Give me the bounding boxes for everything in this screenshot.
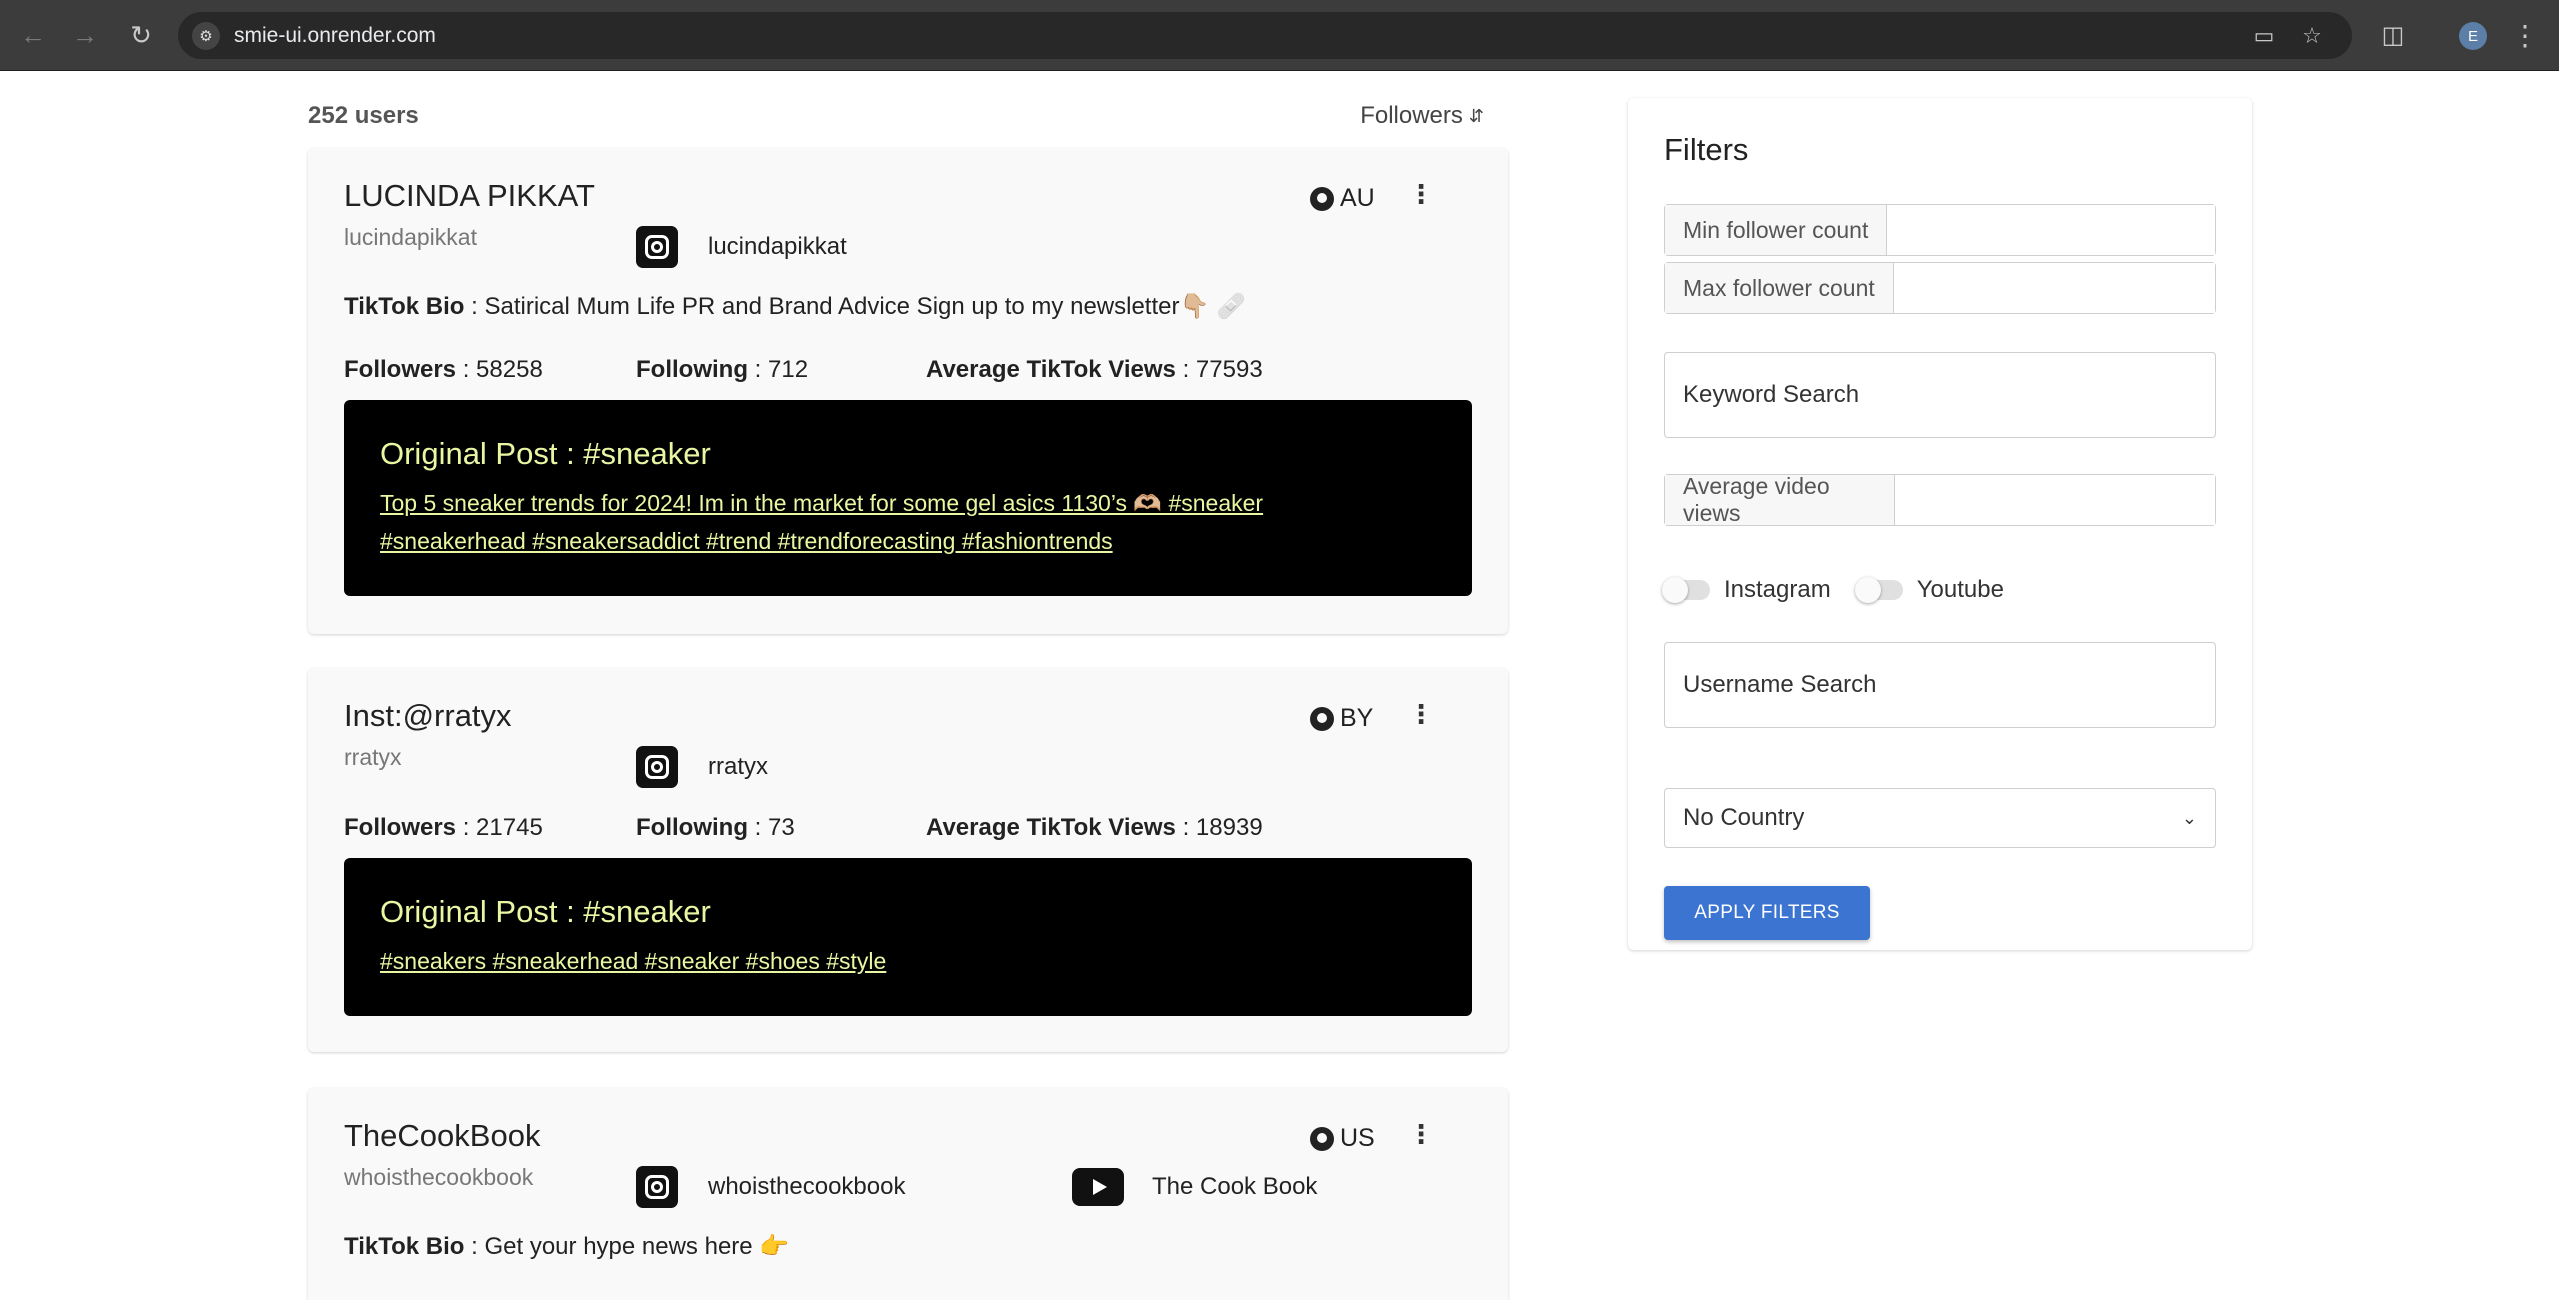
bio-text: Get your hype news here 👉 xyxy=(484,1233,790,1260)
max-follower-label: Max follower count xyxy=(1665,263,1894,313)
min-follower-group: Min follower count xyxy=(1664,204,2216,256)
card-menu-icon[interactable]: ⋮ xyxy=(1408,181,1434,207)
instagram-username[interactable]: lucindapikkat xyxy=(708,233,847,261)
post-title: Original Post : #sneaker xyxy=(380,894,711,929)
keyword-search-input[interactable] xyxy=(1664,352,2216,438)
globe-icon xyxy=(1310,186,1334,211)
avg-views-group: Average video views xyxy=(1664,473,2216,526)
instagram-username[interactable]: whoisthecookbook xyxy=(708,1173,905,1201)
avg-views-input[interactable] xyxy=(1895,475,2215,525)
user-card: TheCookBook whoisthecookbook US ⋮ whoist… xyxy=(308,1088,1508,1300)
youtube-icon[interactable] xyxy=(1072,1168,1124,1206)
sort-label[interactable]: Followers xyxy=(1360,102,1463,130)
post-link[interactable]: #sneakers #sneakerhead #sneaker #shoes #… xyxy=(380,942,1380,980)
user-card: LUCINDA PIKKAT lucindapikkat AU ⋮ lucind… xyxy=(308,148,1508,634)
instagram-icon[interactable] xyxy=(636,746,678,788)
forward-icon[interactable]: → xyxy=(68,18,102,52)
tiktok-bio: TikTok Bio : Get your hype news here 👉 xyxy=(344,1233,790,1260)
youtube-toggle-label[interactable]: Youtube xyxy=(1917,576,2004,604)
tiktok-bio: TikTok Bio : Satirical Mum Life PR and B… xyxy=(344,293,1246,320)
instagram-toggle-label[interactable]: Instagram xyxy=(1724,576,1831,604)
min-follower-label: Min follower count xyxy=(1665,205,1888,255)
user-name: TheCookBook xyxy=(344,1118,541,1153)
profile-avatar[interactable]: E xyxy=(2459,22,2487,50)
instagram-username[interactable]: rratyx xyxy=(708,753,768,781)
user-handle: rratyx xyxy=(344,744,402,770)
instagram-icon[interactable] xyxy=(636,226,678,268)
browser-toolbar: ← → ↻ ⚙ smie-ui.onrender.com ▭ ☆ ◫ E ⋮ xyxy=(0,0,2559,71)
extensions-icon[interactable]: ◫ xyxy=(2376,18,2410,52)
instagram-link[interactable]: rratyx xyxy=(636,746,768,788)
country-code: AU xyxy=(1340,184,1375,212)
user-handle: whoisthecookbook xyxy=(344,1164,534,1190)
chevron-down-icon[interactable]: ⌄ xyxy=(2182,808,2197,829)
browser-menu-icon[interactable]: ⋮ xyxy=(2510,18,2540,52)
filters-title: Filters xyxy=(1664,132,1749,167)
globe-icon xyxy=(1310,1126,1334,1151)
post-link[interactable]: Top 5 sneaker trends for 2024! Im in the… xyxy=(380,484,1380,560)
youtube-toggle[interactable] xyxy=(1854,577,1903,603)
post-title: Original Post : #sneaker xyxy=(380,436,711,471)
bio-text: Satirical Mum Life PR and Brand Advice S… xyxy=(484,293,1246,320)
instagram-link[interactable]: whoisthecookbook xyxy=(636,1166,905,1208)
instagram-icon[interactable] xyxy=(636,1166,678,1208)
country-select-value[interactable]: No Country xyxy=(1683,804,1804,832)
address-bar[interactable]: ⚙ smie-ui.onrender.com ▭ ☆ xyxy=(178,12,2352,59)
user-count: 252 users xyxy=(308,102,419,129)
min-follower-input[interactable] xyxy=(1887,205,2215,255)
country-code: BY xyxy=(1340,704,1374,732)
country-select[interactable]: No Country ⌄ xyxy=(1664,788,2216,848)
site-info-icon[interactable]: ⚙ xyxy=(192,22,220,50)
followers-stat: Followers : 58258 xyxy=(344,356,543,383)
user-name: Inst:@rratyx xyxy=(344,698,512,733)
country-indicator: US xyxy=(1310,1124,1375,1153)
youtube-link[interactable]: The Cook Book xyxy=(1072,1168,1317,1206)
install-app-icon[interactable]: ▭ xyxy=(2250,22,2278,50)
apply-filters-button[interactable]: APPLY FILTERS xyxy=(1664,886,1870,940)
youtube-channel[interactable]: The Cook Book xyxy=(1152,1173,1317,1201)
bio-label: TikTok Bio xyxy=(344,293,465,320)
instagram-toggle[interactable] xyxy=(1662,577,1710,603)
card-menu-icon[interactable]: ⋮ xyxy=(1408,701,1434,727)
user-card: Inst:@rratyx rratyx BY ⋮ rratyx Follower… xyxy=(308,668,1508,1052)
country-indicator: BY xyxy=(1310,704,1373,733)
max-follower-group: Max follower count xyxy=(1664,262,2216,314)
user-name: LUCINDA PIKKAT xyxy=(344,178,595,213)
country-code: US xyxy=(1340,1124,1375,1152)
avg-views-stat: Average TikTok Views : 77593 xyxy=(926,356,1263,383)
sort-icon[interactable]: ⇵ xyxy=(1469,107,1484,125)
card-menu-icon[interactable]: ⋮ xyxy=(1408,1121,1434,1147)
sort-control[interactable]: Followers ⇵ xyxy=(1360,102,1484,130)
user-handle: lucindapikkat xyxy=(344,224,477,250)
avg-views-label: Average video views xyxy=(1665,473,1895,526)
username-search-input[interactable] xyxy=(1664,642,2216,728)
globe-icon xyxy=(1310,706,1334,731)
following-stat: Following : 73 xyxy=(636,814,795,841)
followers-stat: Followers : 21745 xyxy=(344,814,543,841)
bookmark-star-icon[interactable]: ☆ xyxy=(2298,22,2326,50)
max-follower-input[interactable] xyxy=(1893,263,2215,313)
list-header: 252 users Followers ⇵ xyxy=(308,100,1484,140)
original-post: Original Post : #sneaker #sneakers #snea… xyxy=(344,858,1472,1016)
page-content: 252 users Followers ⇵ LUCINDA PIKKAT luc… xyxy=(0,72,2559,1300)
original-post: Original Post : #sneaker Top 5 sneaker t… xyxy=(344,400,1472,596)
avg-views-stat: Average TikTok Views : 18939 xyxy=(926,814,1263,841)
bio-label: TikTok Bio xyxy=(344,1233,465,1260)
instagram-link[interactable]: lucindapikkat xyxy=(636,226,847,268)
following-stat: Following : 712 xyxy=(636,356,809,383)
country-indicator: AU xyxy=(1310,184,1375,213)
back-icon[interactable]: ← xyxy=(16,18,50,52)
url-text[interactable]: smie-ui.onrender.com xyxy=(234,24,436,48)
filters-panel: Filters Min follower count Max follower … xyxy=(1628,98,2252,950)
reload-icon[interactable]: ↻ xyxy=(124,18,158,52)
platform-toggles: Instagram Youtube xyxy=(1662,576,2030,604)
